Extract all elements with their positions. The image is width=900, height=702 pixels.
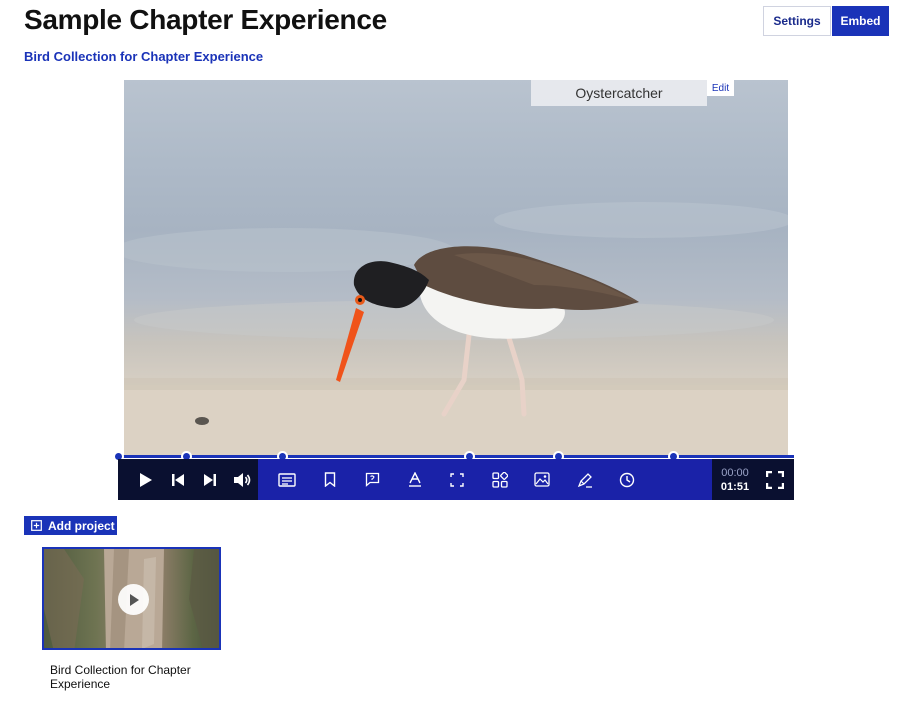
collection-link[interactable]: Bird Collection for Chapter Experience (24, 49, 263, 64)
focus-icon[interactable] (436, 459, 479, 500)
fullscreen-icon[interactable] (758, 459, 791, 500)
time-display: 00:00 01:51 (712, 466, 758, 494)
edit-chapter-link[interactable]: Edit (707, 80, 734, 96)
settings-button[interactable]: Settings (763, 6, 831, 36)
project-thumbnail[interactable] (42, 547, 221, 650)
duration: 01:51 (720, 480, 750, 493)
transcript-icon[interactable] (266, 459, 309, 500)
time-and-fullscreen: 00:00 01:51 (712, 459, 794, 500)
caption-icon[interactable] (394, 459, 437, 500)
comment-icon[interactable] (351, 459, 394, 500)
bookmark-icon[interactable] (309, 459, 352, 500)
play-icon[interactable] (130, 459, 162, 500)
volume-icon[interactable] (226, 459, 258, 500)
embed-button[interactable]: Embed (832, 6, 889, 36)
annotate-icon[interactable] (564, 459, 607, 500)
previous-chapter-icon[interactable] (162, 459, 194, 500)
feature-toolbar (258, 459, 712, 500)
image-icon[interactable] (521, 459, 564, 500)
page-title: Sample Chapter Experience (24, 4, 387, 35)
player-controls: 00:00 01:51 (118, 459, 794, 500)
plus-square-icon (31, 520, 42, 531)
next-chapter-icon[interactable] (194, 459, 226, 500)
add-project-button[interactable]: Add project (24, 516, 117, 535)
add-project-label: Add project (48, 518, 115, 533)
bird-video-image (124, 202, 788, 456)
video-frame[interactable] (124, 80, 788, 456)
progress-track[interactable] (118, 455, 794, 458)
chapter-title-label: Oystercatcher (531, 80, 707, 106)
current-time: 00:00 (721, 466, 749, 479)
apps-icon[interactable] (479, 459, 522, 500)
play-icon[interactable] (118, 584, 149, 615)
playback-controls (118, 459, 258, 500)
project-title[interactable]: Bird Collection for Chapter Experience (50, 663, 220, 691)
history-icon[interactable] (606, 459, 649, 500)
